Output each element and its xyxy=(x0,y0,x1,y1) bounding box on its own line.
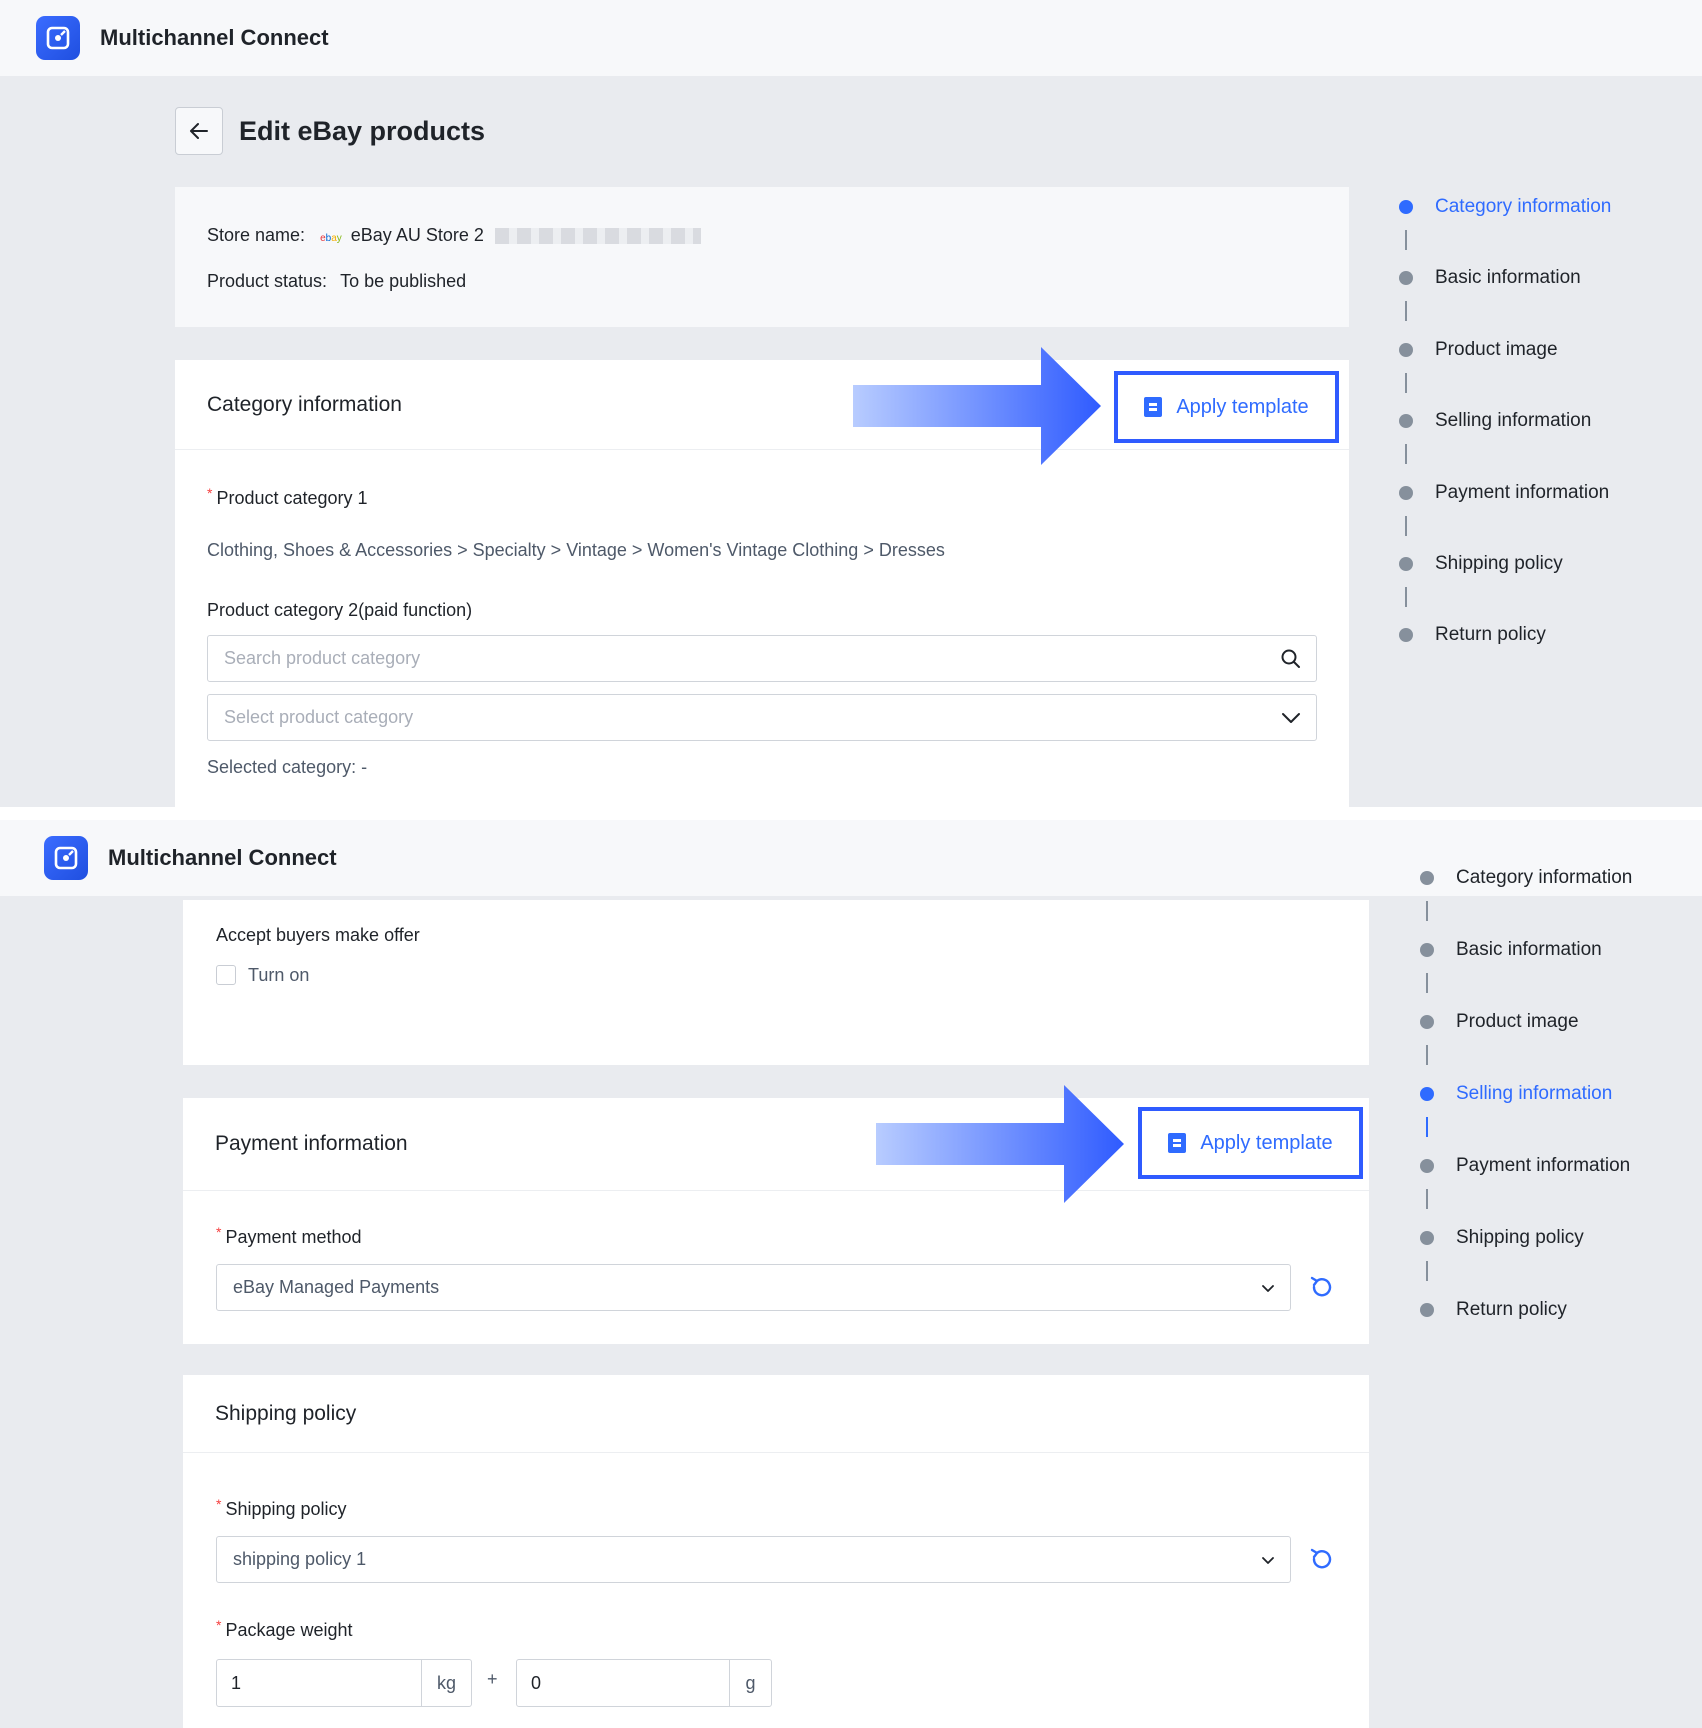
nav-step-category-information[interactable]: Category information xyxy=(1399,196,1611,218)
nav-step-payment-information[interactable]: Payment information xyxy=(1420,1155,1630,1177)
nav-step-category-information[interactable]: Category information xyxy=(1420,867,1632,889)
page-title: Edit eBay products xyxy=(239,116,486,146)
payment-method-select[interactable]: eBay Managed Payments xyxy=(216,1264,1291,1311)
app-logo-icon xyxy=(36,16,80,60)
turn-on-checkbox[interactable] xyxy=(216,965,236,985)
shipping-policy-title: Shipping policy xyxy=(215,1401,357,1425)
product-status-label: Product status: xyxy=(207,271,328,291)
weight-kg-input[interactable]: 1 kg xyxy=(216,1659,472,1707)
search-icon[interactable] xyxy=(1280,648,1302,670)
top-bar: Multichannel Connect xyxy=(0,0,1702,76)
search-category-input[interactable]: Search product category xyxy=(207,635,1317,682)
required-mark: * xyxy=(216,1496,222,1512)
template-icon xyxy=(1144,397,1163,417)
reset-icon[interactable] xyxy=(1308,1273,1336,1301)
shipping-policy-header: Shipping policy xyxy=(183,1375,1369,1453)
back-button[interactable] xyxy=(175,107,223,155)
nav-step-return-policy[interactable]: Return policy xyxy=(1420,1299,1567,1321)
payment-method-label: * Payment method xyxy=(216,1224,362,1247)
nav-step-shipping-policy[interactable]: Shipping policy xyxy=(1399,553,1563,575)
kg-unit: kg xyxy=(421,1660,471,1706)
category-info-title: Category information xyxy=(207,392,402,416)
store-name-label: Store name: xyxy=(207,225,306,245)
app-title: Multichannel Connect xyxy=(108,845,337,870)
selected-category-text: Selected category: - xyxy=(207,757,368,777)
apply-template-button[interactable]: Apply template xyxy=(1114,371,1339,443)
product-category-1-path: Clothing, Shoes & Accessories > Specialt… xyxy=(207,540,945,560)
apply-template-button[interactable]: Apply template xyxy=(1138,1107,1363,1179)
shipping-policy-label: * Shipping policy xyxy=(216,1496,347,1519)
template-icon xyxy=(1168,1133,1187,1153)
product-status-value: To be published xyxy=(340,271,467,291)
screenshot-bottom: Multichannel Connect Accept buyers make … xyxy=(0,820,1702,1728)
chevron-down-icon xyxy=(1262,1285,1274,1292)
nav-step-return-policy[interactable]: Return policy xyxy=(1399,624,1546,646)
redacted-block xyxy=(494,228,701,245)
payment-info-title: Payment information xyxy=(215,1132,408,1155)
back-arrow-icon xyxy=(190,123,208,139)
select-category-dropdown[interactable]: Select product category xyxy=(207,694,1317,741)
nav-step-basic-information[interactable]: Basic information xyxy=(1420,939,1602,961)
app-title: Multichannel Connect xyxy=(100,25,329,50)
accept-offer-card: Accept buyers make offer Turn on xyxy=(183,900,1369,1065)
product-category-2-label: Product category 2(paid function) xyxy=(207,600,473,620)
chevron-down-icon xyxy=(1262,1557,1274,1564)
required-mark: * xyxy=(216,1224,222,1240)
annotation-arrow xyxy=(876,1085,1124,1203)
nav-step-payment-information[interactable]: Payment information xyxy=(1399,482,1609,504)
g-unit: g xyxy=(729,1660,771,1706)
store-info-card: Store name: ebay eBay AU Store 2 Product… xyxy=(175,187,1349,327)
ebay-logo-icon: ebay xyxy=(320,233,342,244)
screenshot-top: Multichannel Connect Edit eBay products … xyxy=(0,0,1702,807)
store-name-value: eBay AU Store 2 xyxy=(350,225,484,245)
weight-g-input[interactable]: 0 g xyxy=(516,1659,772,1707)
nav-step-product-image[interactable]: Product image xyxy=(1420,1011,1579,1033)
required-mark: * xyxy=(207,485,213,501)
reset-icon[interactable] xyxy=(1308,1545,1336,1573)
plus-sign: + xyxy=(487,1669,498,1689)
shipping-policy-select[interactable]: shipping policy 1 xyxy=(216,1536,1291,1583)
turn-on-label[interactable]: Turn on xyxy=(248,965,309,986)
chevron-down-icon xyxy=(1282,713,1300,723)
package-weight-label: * Package weight xyxy=(216,1617,353,1640)
required-mark: * xyxy=(216,1617,222,1633)
accept-offer-label: Accept buyers make offer xyxy=(216,925,420,945)
annotation-arrow xyxy=(853,347,1101,465)
nav-step-selling-information[interactable]: Selling information xyxy=(1399,410,1591,432)
nav-step-selling-information[interactable]: Selling information xyxy=(1420,1083,1612,1105)
shipping-policy-card: Shipping policy * Shipping policy shippin… xyxy=(183,1375,1369,1728)
nav-step-basic-information[interactable]: Basic information xyxy=(1399,267,1581,289)
nav-step-product-image[interactable]: Product image xyxy=(1399,339,1558,361)
product-category-1-label: * Product category 1 xyxy=(207,485,368,508)
nav-step-shipping-policy[interactable]: Shipping policy xyxy=(1420,1227,1584,1249)
app-logo-icon xyxy=(44,836,88,880)
